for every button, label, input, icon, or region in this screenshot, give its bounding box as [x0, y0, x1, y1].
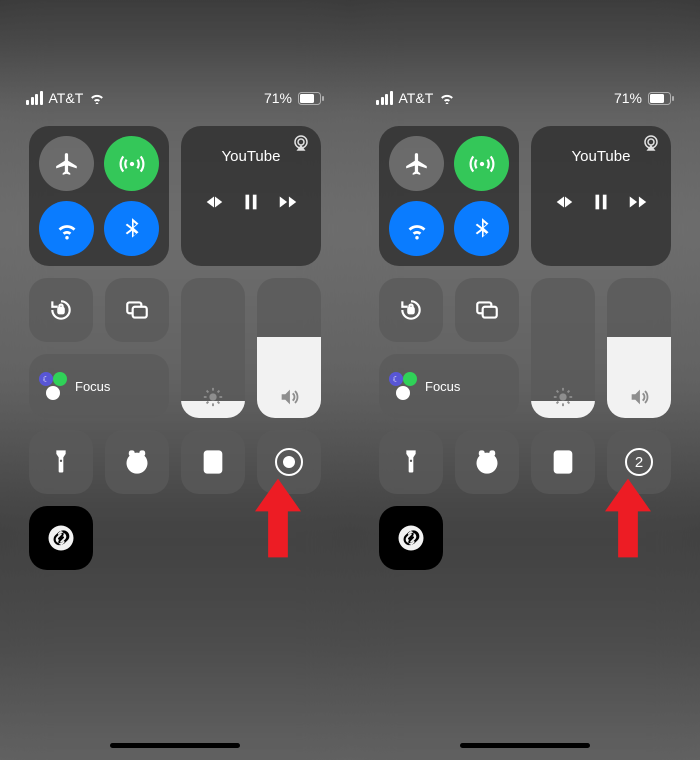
pointer-arrow-icon	[605, 470, 651, 566]
wifi-toggle[interactable]	[39, 201, 94, 256]
focus-mode-icons: ☾	[39, 372, 67, 400]
battery-percent: 71%	[614, 90, 642, 106]
flashlight-button[interactable]	[29, 430, 93, 494]
volume-icon	[607, 386, 671, 408]
connectivity-module[interactable]	[29, 126, 169, 266]
volume-slider[interactable]	[257, 278, 321, 418]
carrier-label: AT&T	[399, 90, 434, 106]
cellular-signal-icon	[26, 91, 43, 105]
forward-button[interactable]	[277, 191, 299, 218]
airplane-mode-toggle[interactable]	[389, 136, 444, 191]
wifi-toggle[interactable]	[389, 201, 444, 256]
timer-button[interactable]	[455, 430, 519, 494]
shazam-button[interactable]	[379, 506, 443, 570]
focus-label: Focus	[75, 379, 110, 394]
volume-icon	[257, 386, 321, 408]
connectivity-module[interactable]	[379, 126, 519, 266]
volume-slider[interactable]	[607, 278, 671, 418]
battery-icon	[298, 92, 324, 105]
wifi-icon	[89, 92, 105, 104]
airplay-icon[interactable]	[641, 134, 661, 157]
bluetooth-toggle[interactable]	[104, 201, 159, 256]
screen-mirroring-button[interactable]	[105, 278, 169, 342]
focus-mode-icons: ☾	[389, 372, 417, 400]
shazam-button[interactable]	[29, 506, 93, 570]
focus-button[interactable]: ☾ Focus	[29, 354, 169, 418]
brightness-icon	[531, 386, 595, 408]
pause-button[interactable]	[240, 191, 262, 218]
cellular-signal-icon	[376, 91, 393, 105]
screen-mirroring-button[interactable]	[455, 278, 519, 342]
wifi-icon	[439, 92, 455, 104]
rewind-button[interactable]	[553, 191, 575, 218]
carrier-label: AT&T	[49, 90, 84, 106]
media-module[interactable]: YouTube	[531, 126, 671, 266]
battery-percent: 71%	[264, 90, 292, 106]
status-bar: AT&T 71%	[10, 10, 340, 110]
calculator-button[interactable]	[181, 430, 245, 494]
pause-button[interactable]	[590, 191, 612, 218]
focus-button[interactable]: ☾ Focus	[379, 354, 519, 418]
brightness-slider[interactable]	[531, 278, 595, 418]
forward-button[interactable]	[627, 191, 649, 218]
screenshot-right: AT&T 71%	[350, 0, 700, 760]
record-countdown-value: 2	[635, 454, 643, 471]
rewind-button[interactable]	[203, 191, 225, 218]
brightness-slider[interactable]	[181, 278, 245, 418]
focus-label: Focus	[425, 379, 460, 394]
airplay-icon[interactable]	[291, 134, 311, 157]
cellular-data-toggle[interactable]	[454, 136, 509, 191]
media-module[interactable]: YouTube	[181, 126, 321, 266]
bluetooth-toggle[interactable]	[454, 201, 509, 256]
screenshot-left: AT&T 71%	[0, 0, 350, 760]
battery-icon	[648, 92, 674, 105]
calculator-button[interactable]	[531, 430, 595, 494]
orientation-lock-button[interactable]	[29, 278, 93, 342]
pointer-arrow-icon	[255, 470, 301, 566]
flashlight-button[interactable]	[379, 430, 443, 494]
brightness-icon	[181, 386, 245, 408]
timer-button[interactable]	[105, 430, 169, 494]
home-indicator[interactable]	[460, 743, 590, 748]
home-indicator[interactable]	[110, 743, 240, 748]
cellular-data-toggle[interactable]	[104, 136, 159, 191]
orientation-lock-button[interactable]	[379, 278, 443, 342]
airplane-mode-toggle[interactable]	[39, 136, 94, 191]
status-bar: AT&T 71%	[360, 10, 690, 110]
